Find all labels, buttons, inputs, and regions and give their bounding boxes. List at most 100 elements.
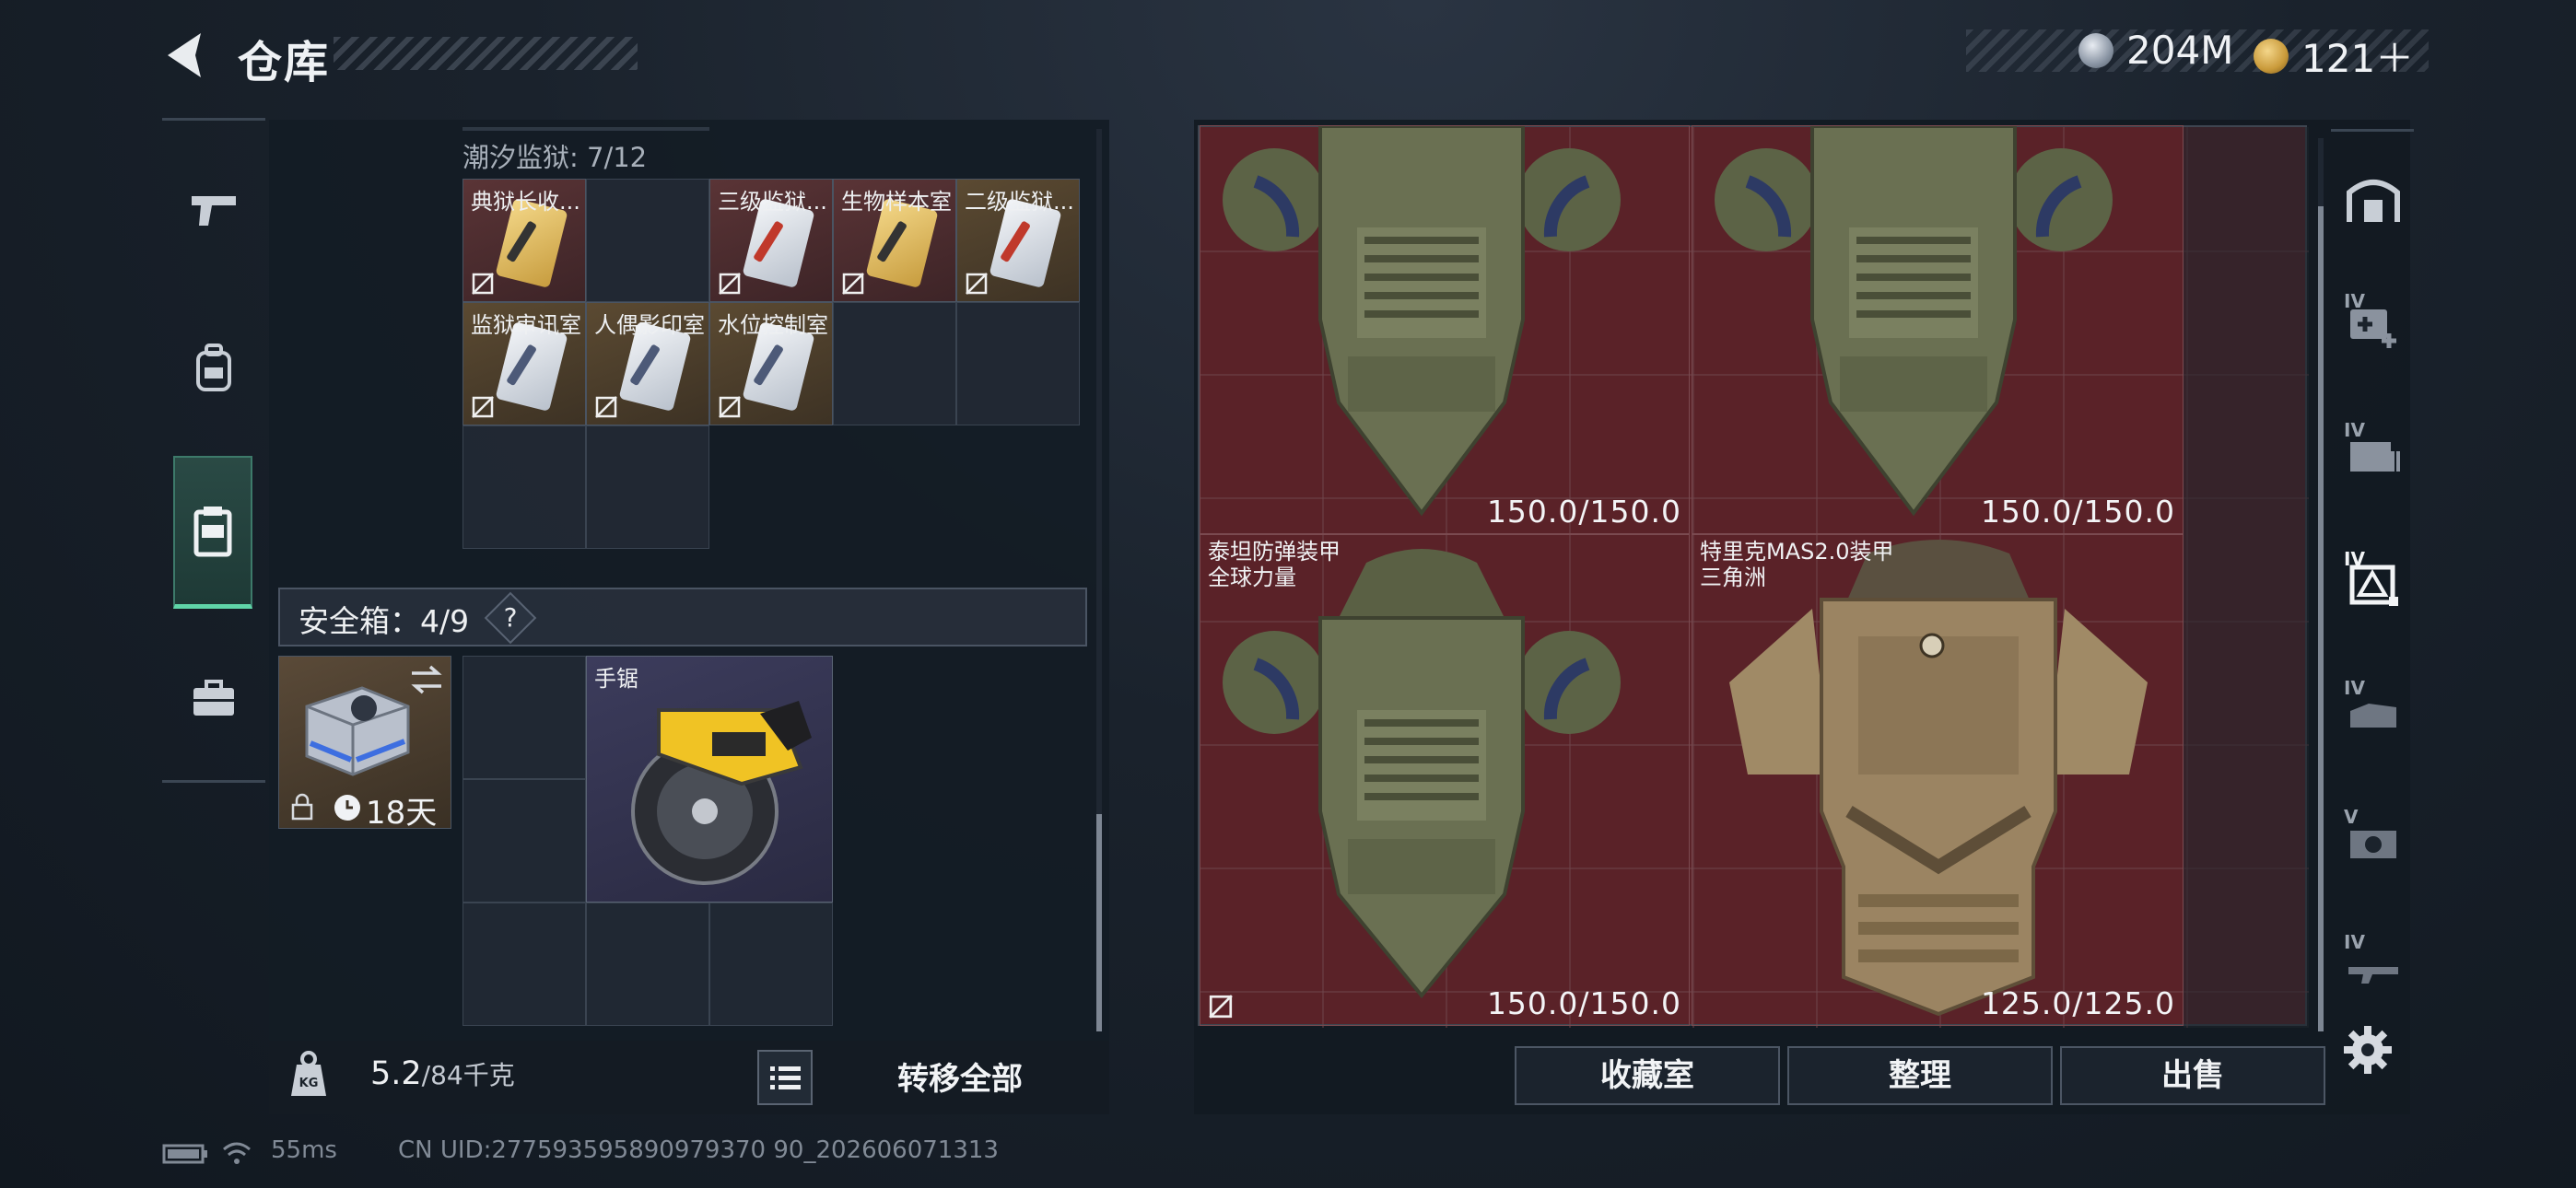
empty-slot[interactable] [586,425,709,549]
safe-box-item[interactable]: 18天 [278,656,451,832]
tab-armor-case[interactable]: IV [2338,546,2408,616]
armor-name: 特里克MAS2.0装甲 三角洲 [1700,539,1894,590]
key-card-item[interactable]: 生物样本室 [833,179,956,302]
empty-slot[interactable] [463,903,586,1026]
armor-name: 泰坦防弹装甲 全球力量 [1208,539,1341,590]
empty-slot[interactable] [463,656,586,779]
nav-weapons[interactable] [175,172,252,250]
armor-durability: 125.0/125.0 [1980,985,2175,1021]
tab-level: IV [2344,931,2365,953]
page-title: 仓库 [238,37,331,88]
tab-camera[interactable]: V [2338,804,2408,874]
key-card-item[interactable]: 典狱长收... [463,179,586,302]
title-stripe [334,37,638,70]
list-view-button[interactable] [757,1050,813,1105]
lock-icon [291,793,313,821]
silver-coin-icon [2078,32,2113,68]
transfer-all-button[interactable]: 转移全部 [897,1054,1023,1099]
hand-saw-item[interactable]: 手锯 [586,656,833,903]
gold-currency[interactable]: 121＋ [2254,28,2414,84]
no-trade-icon [595,396,617,418]
back-arrow-icon [168,33,201,77]
no-trade-icon [966,273,988,295]
user-uid: CN UID:277593595890979370 90_20260607131… [398,1136,999,1164]
collection-room-button[interactable]: 收藏室 [1515,1046,1780,1105]
empty-slot[interactable] [833,302,956,425]
tab-medical[interactable]: IV [2338,288,2408,358]
item-name: 水位控制室 [718,312,828,338]
body-armor-icon [1715,126,2113,517]
category-nav [162,118,265,783]
empty-slot[interactable] [709,903,833,1026]
settings-gear-icon[interactable] [2342,1024,2394,1076]
back-button[interactable] [158,28,214,83]
empty-slot[interactable] [463,425,586,549]
weight-readout: 5.2/84千克 [370,1055,515,1092]
tab-level: IV [2344,548,2365,570]
gold-coin-icon [2254,38,2289,74]
item-name: 人偶影印室 [594,312,705,338]
keys-label-line [463,127,709,131]
weight-icon: KG [291,1051,326,1096]
tab-ammo[interactable]: IV [2338,417,2408,487]
tab-level: V [2344,806,2359,828]
nav-toolbox[interactable] [175,660,252,738]
armor-durability: 150.0/150.0 [1486,494,1681,530]
armor-item[interactable]: 150.0/150.0 [1692,125,2184,534]
armor-name-line2: 全球力量 [1208,565,1296,590]
key-card-item[interactable]: 三级监狱... [709,179,833,302]
clock-icon [334,795,360,821]
armor-item[interactable]: 150.0/150.0 [1200,125,1690,534]
stash-scroll-thumb[interactable] [2318,206,2324,1031]
stash-tabs: IV IV IV IV V IV [2331,129,2414,995]
pistol-icon [192,196,236,226]
ping-readout: 55ms [271,1136,337,1164]
armor-durability: 150.0/150.0 [1486,985,1681,1021]
wifi-icon [223,1142,251,1164]
nav-container[interactable] [173,456,252,609]
armor-name-line1: 特里克MAS2.0装甲 [1700,539,1894,565]
key-card-item[interactable]: 水位控制室 [709,302,833,425]
nav-backpack[interactable] [175,329,252,406]
empty-slot[interactable] [586,903,709,1026]
armor-item[interactable]: 泰坦防弹装甲 全球力量 150.0/150.0 [1200,534,1690,1026]
body-armor-icon [1729,540,2148,1017]
armor-name-line1: 泰坦防弹装甲 [1208,539,1341,565]
body-armor-icon [1223,126,1621,517]
key-card-item[interactable]: 人偶影印室 [586,302,709,425]
weight-value: 5.2 [370,1055,422,1092]
armor-durability: 150.0/150.0 [1980,494,2175,530]
sort-button[interactable]: 整理 [1787,1046,2053,1105]
briefcase-icon [193,680,234,716]
empty-slot[interactable] [956,302,1080,425]
sell-button[interactable]: 出售 [2060,1046,2325,1105]
safe-box-timer: 18天 [366,795,438,832]
container-icon [193,506,232,556]
gold-amount: 121＋ [2301,36,2415,81]
tab-rifle[interactable]: IV [2338,929,2408,999]
home-icon [2347,180,2400,222]
no-trade-icon [719,396,741,418]
empty-slot[interactable] [463,779,586,903]
item-name: 三级监狱... [718,189,827,215]
tab-level: IV [2344,419,2365,441]
item-name: 二级监狱... [965,189,1074,215]
armor-item[interactable]: 特里克MAS2.0装甲 三角洲 125.0/125.0 [1692,534,2184,1026]
no-trade-icon [1209,995,1233,1019]
safe-box-icon [305,686,410,776]
silver-currency[interactable]: 204M [2078,28,2233,73]
battery-icon [162,1144,207,1164]
tab-main-stash[interactable] [2338,165,2408,235]
svg-text:KG: KG [299,1077,319,1090]
no-trade-icon [719,273,741,295]
key-card-item[interactable]: 监狱审讯室 [463,302,586,425]
empty-slot[interactable] [586,179,709,302]
inventory-scroll-thumb[interactable] [1096,814,1102,1031]
tab-level: IV [2344,677,2365,699]
no-trade-icon [472,273,494,295]
key-card-item[interactable]: 二级监狱... [956,179,1080,302]
tab-gear[interactable]: IV [2338,675,2408,745]
item-name: 生物样本室 [841,189,952,215]
backpack-icon [196,344,231,391]
no-trade-icon [842,273,864,295]
